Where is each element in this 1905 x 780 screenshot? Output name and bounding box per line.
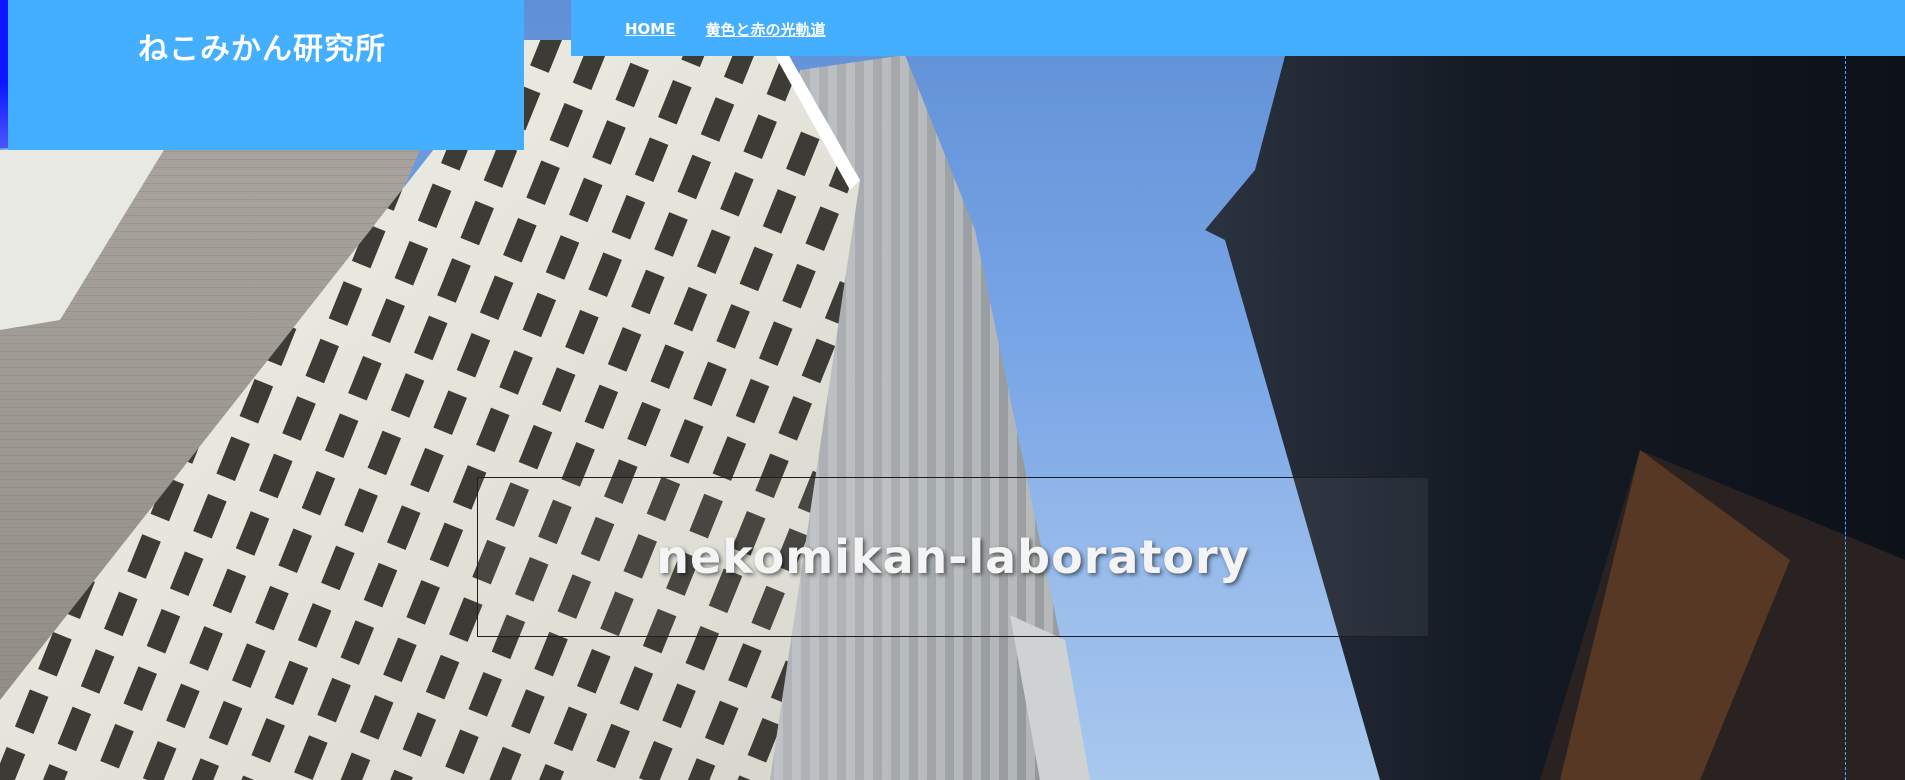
site-header-brand: ねこみかん研究所 — [8, 0, 524, 150]
dashed-guide-line — [1845, 56, 1846, 780]
nav-item-home: HOME — [625, 19, 675, 40]
nav-link-home[interactable]: HOME — [625, 20, 675, 38]
nav-list: HOME 黄色と赤の光軌道 — [625, 19, 826, 40]
nav-link-light-trails[interactable]: 黄色と赤の光軌道 — [705, 21, 825, 39]
page: ねこみかん研究所 HOME 黄色と赤の光軌道 nekomikan-laborat… — [0, 0, 1905, 780]
hero-headline: nekomikan-laboratory — [656, 530, 1250, 584]
left-accent-strip — [0, 0, 8, 148]
hero-headline-panel: nekomikan-laboratory — [477, 477, 1429, 637]
nav-item-light-trails: 黄色と赤の光軌道 — [705, 19, 825, 40]
main-navigation: HOME 黄色と赤の光軌道 — [571, 0, 1905, 56]
site-title[interactable]: ねこみかん研究所 — [138, 24, 386, 68]
